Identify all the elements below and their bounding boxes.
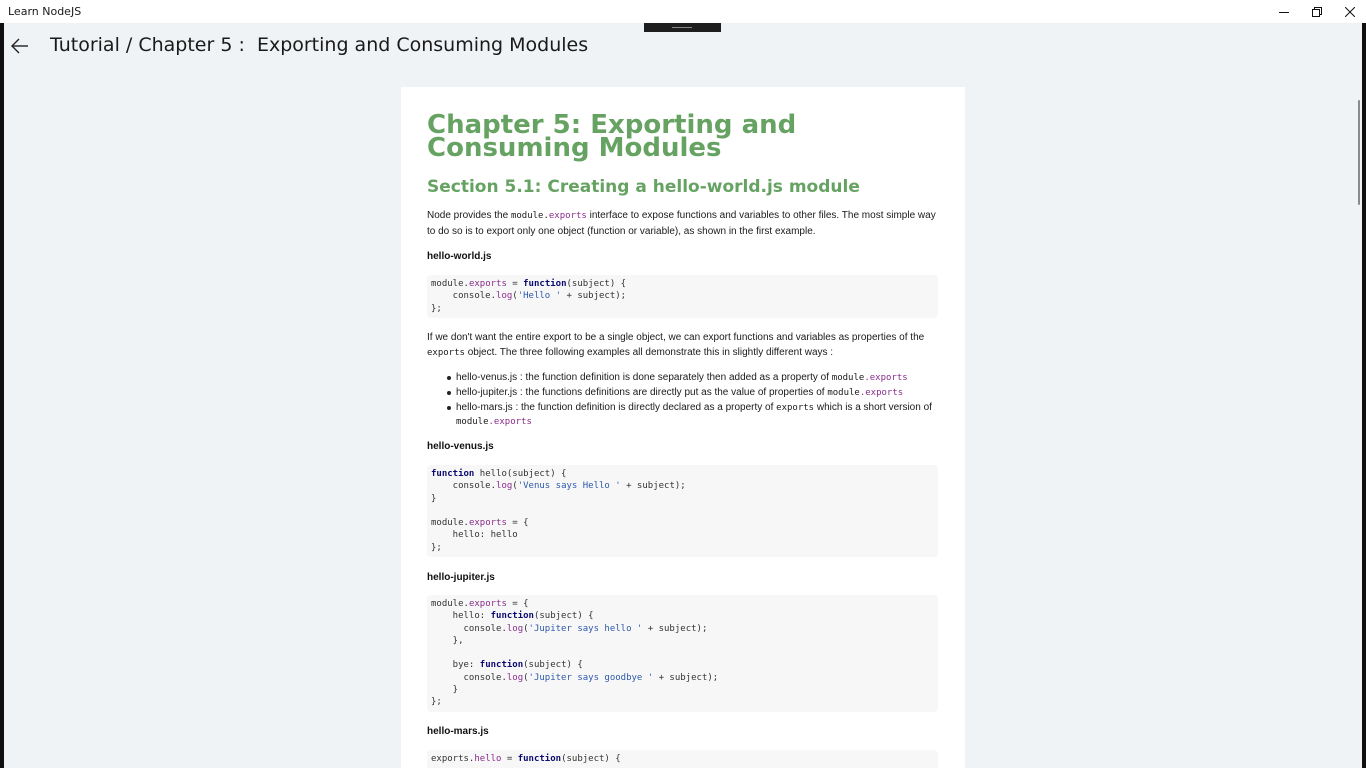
bullet-list: hello-venus.js : the function definition… [427, 371, 938, 430]
file-label-hello-world: hello-world.js [427, 251, 492, 262]
scrollbar-thumb[interactable] [1358, 100, 1360, 205]
back-arrow-icon [11, 38, 28, 54]
bullet-text: hello-mars.js : the function definition … [456, 402, 777, 413]
document-card: Chapter 5: Exporting and Consuming Modul… [401, 87, 965, 768]
code-block-hello-mars: exports.hello = function(subject) { [427, 750, 938, 768]
drag-handle[interactable] [644, 23, 721, 32]
section-heading: Section 5.1: Creating a hello-world.js m… [427, 177, 860, 197]
list-item: hello-venus.js : the function definition… [427, 371, 938, 385]
file-label-hello-mars: hello-mars.js [427, 726, 489, 737]
chapter-heading: Chapter 5: Exporting and Consuming Modul… [427, 110, 797, 163]
close-icon [1345, 6, 1355, 17]
code-hello-venus: function hello(subject) { console.log('V… [431, 469, 686, 553]
title-bar: Learn NodeJS [0, 0, 1366, 23]
list-item: hello-mars.js : the function definition … [427, 401, 938, 429]
bullet-text: hello-venus.js : the function definition… [456, 372, 832, 383]
inline-code: module.exports [511, 211, 587, 221]
bullet-code-obj: module [831, 373, 865, 383]
bullet-code-tail-obj: module [456, 417, 489, 427]
file-label-hello-jupiter: hello-jupiter.js [427, 572, 495, 583]
code-hello-jupiter: module.exports = { hello: function(subje… [431, 599, 719, 708]
bullet-text-extra: which is a short version of [814, 402, 932, 413]
code-block-hello-jupiter: module.exports = { hello: function(subje… [427, 595, 938, 712]
para2-text-rest: object. The three following examples all… [464, 347, 834, 358]
bullet-code-obj: module [827, 388, 860, 398]
inline-code-obj: module [510, 211, 544, 221]
list-item: hello-jupiter.js : the functions definit… [427, 386, 938, 400]
bullet-code-tail-prop: .exports [488, 417, 532, 427]
window-edge-right [1362, 23, 1366, 768]
code-hello-mars: exports.hello = function(subject) { [431, 754, 621, 764]
intro-text: Node provides the [427, 210, 511, 221]
restore-icon [1312, 6, 1322, 17]
minimize-icon [1279, 11, 1289, 13]
exports-paragraph: If we don't want the entire export to be… [427, 330, 938, 361]
back-button[interactable] [8, 34, 32, 58]
app-title: Learn NodeJS [8, 5, 82, 18]
bullet-code-prop: .exports [864, 373, 908, 383]
intro-paragraph: Node provides the module.exports interfa… [427, 208, 938, 239]
code-hello-world: module.exports = function(subject) { con… [431, 279, 627, 314]
bullet-text: hello-jupiter.js : the functions definit… [456, 387, 828, 398]
code-block-hello-world: module.exports = function(subject) { con… [427, 275, 938, 318]
window-edge-left [0, 23, 4, 768]
code-block-hello-venus: function hello(subject) { console.log('V… [427, 465, 938, 557]
bullet-code-prop: .exports [859, 388, 904, 398]
page-title: Tutorial / Chapter 5 : Exporting and Con… [50, 34, 589, 56]
file-label-hello-venus: hello-venus.js [427, 441, 494, 452]
inline-code-exports: exports [427, 348, 465, 358]
inline-code-prop: exports [548, 211, 587, 221]
close-button[interactable] [1327, 0, 1366, 23]
bullet-code-obj: exports [776, 403, 815, 413]
para2-text: If we don't want the entire export to be… [427, 332, 925, 343]
